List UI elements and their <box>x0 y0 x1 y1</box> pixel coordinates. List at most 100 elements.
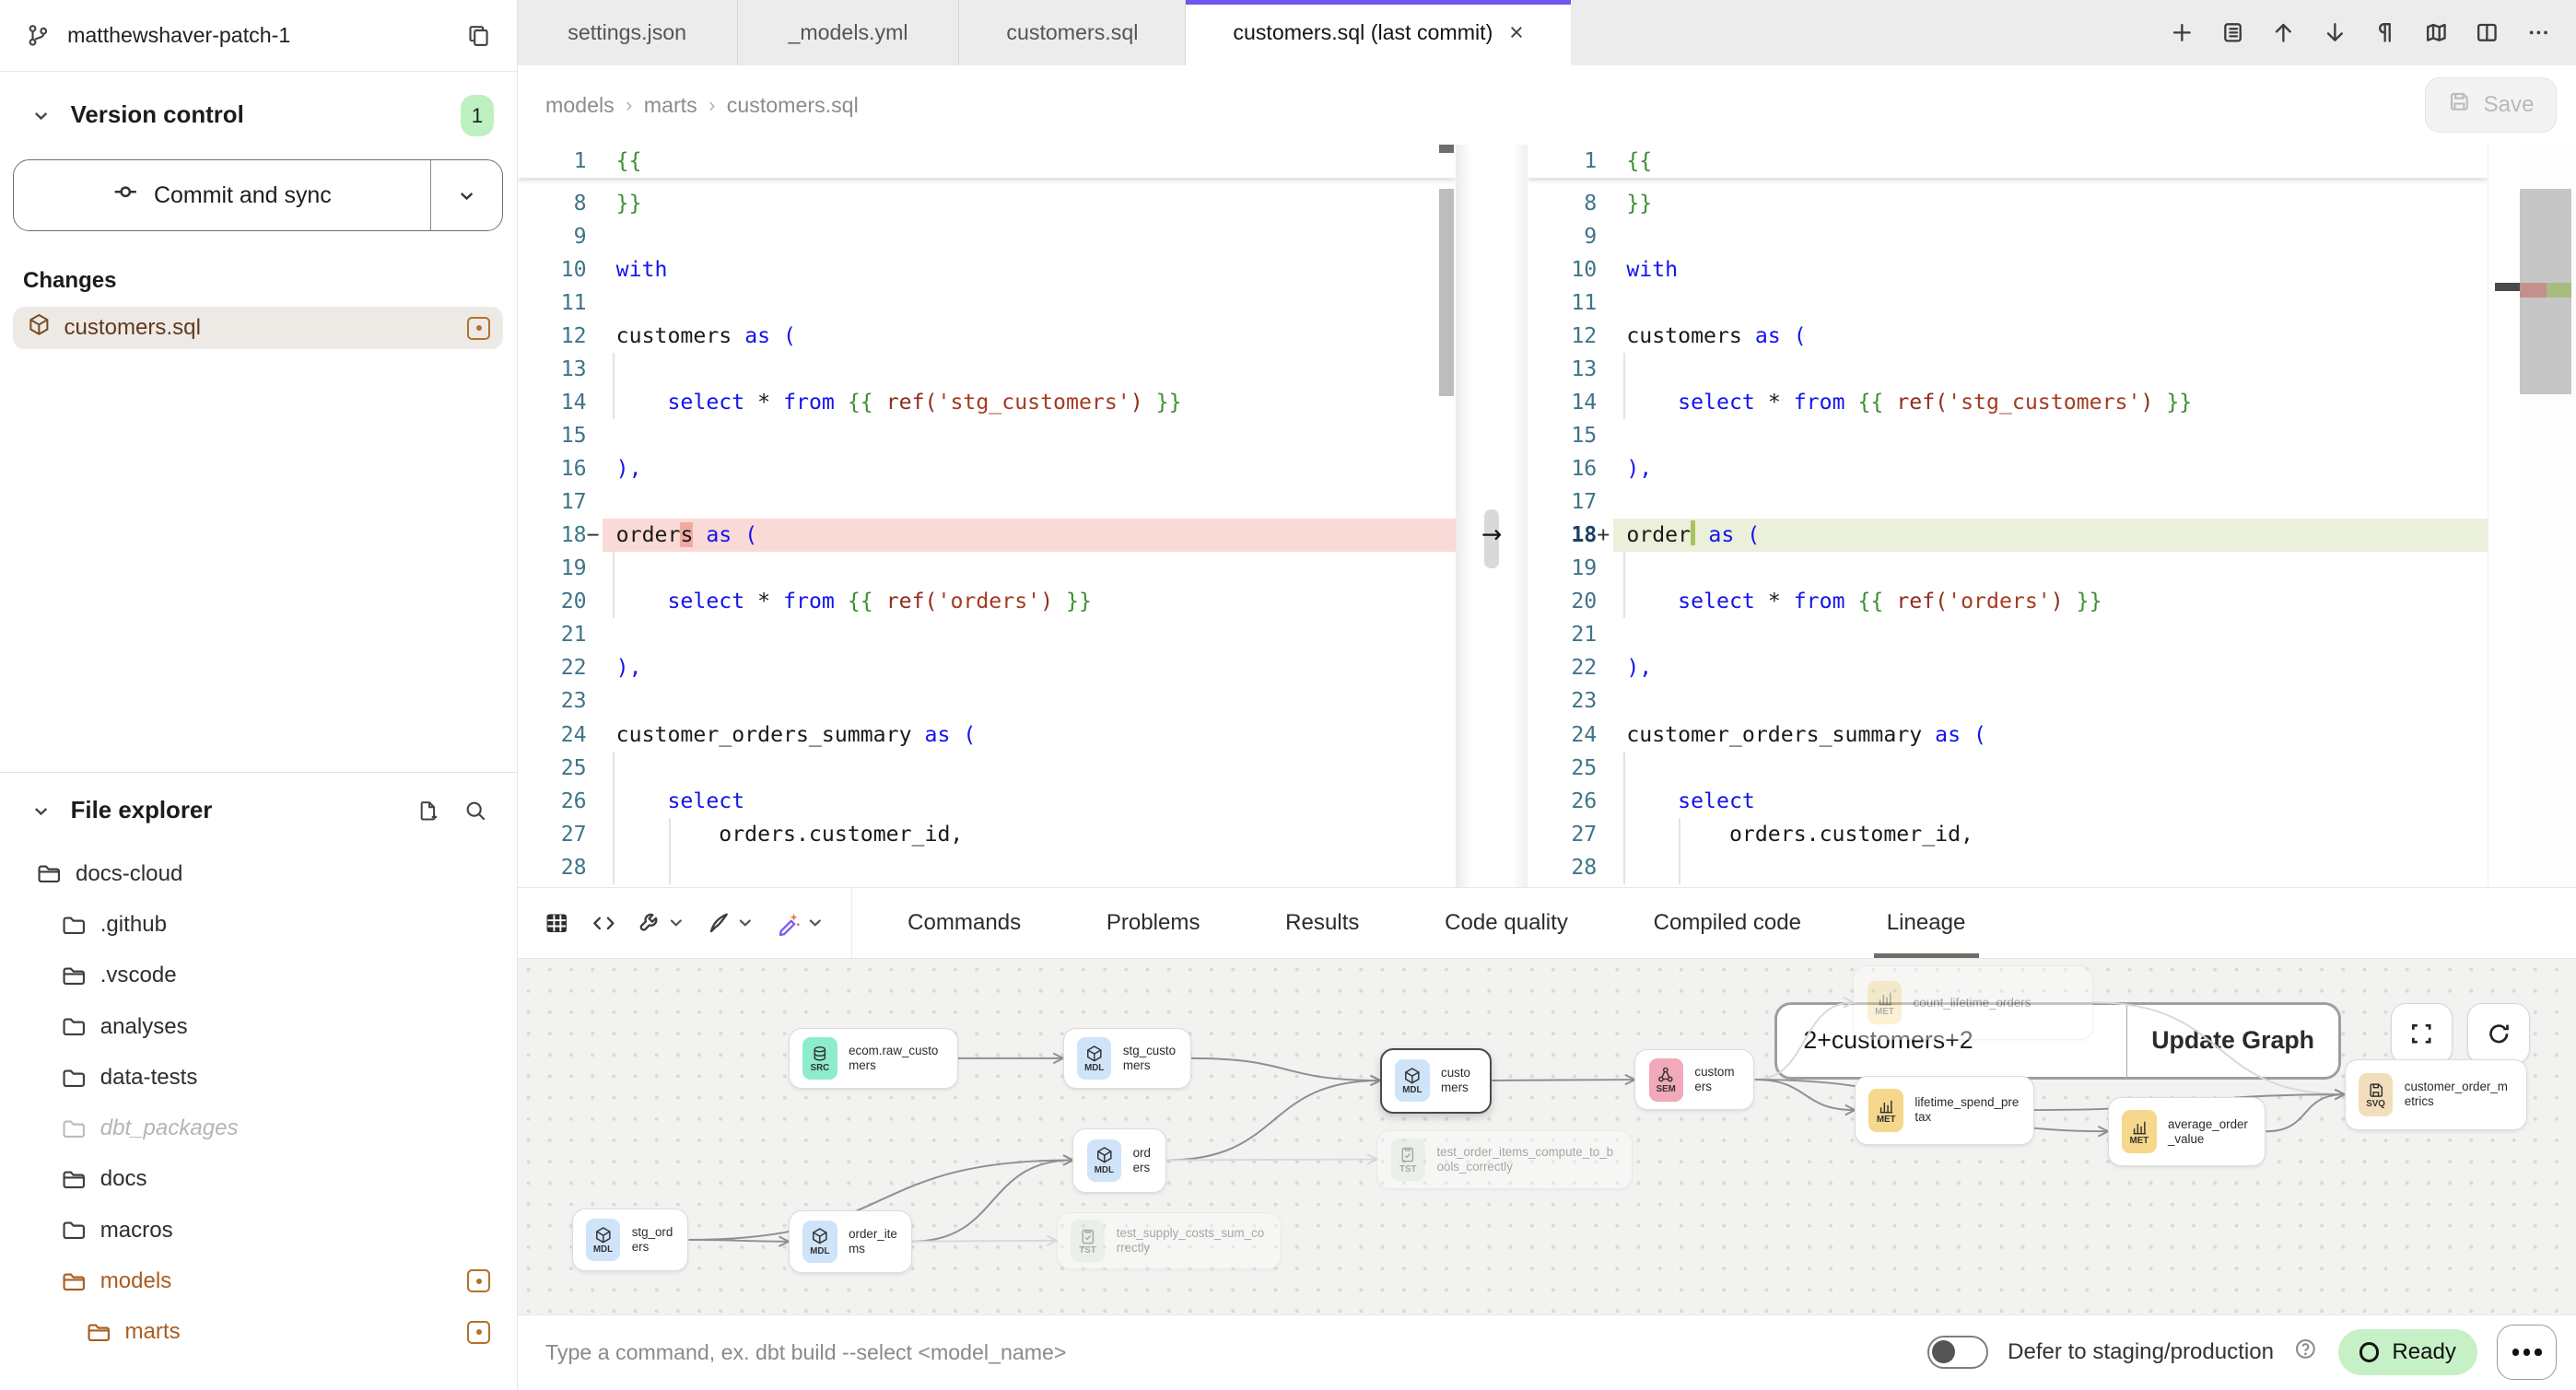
breadcrumb-part[interactable]: marts <box>644 93 697 118</box>
search-icon[interactable] <box>458 792 494 828</box>
lineage-node-stg-customers[interactable]: MDLstg_customers <box>1063 1028 1191 1089</box>
floppy-disk-icon <box>2447 89 2472 121</box>
node-label: test_supply_costs_sum_correctly <box>1117 1226 1268 1256</box>
breadcrumb-part[interactable]: customers.sql <box>727 93 859 118</box>
defer-label: Defer to staging/production <box>2008 1339 2274 1365</box>
version-control-header[interactable]: Version control 1 <box>13 72 503 152</box>
tab-settings-json[interactable]: settings.json <box>518 0 738 65</box>
commit-and-sync-button[interactable]: Commit and sync <box>14 160 430 230</box>
changed-file-row[interactable]: customers.sql <box>13 307 503 349</box>
lineage-node-orders[interactable]: MDLorders <box>1072 1128 1166 1193</box>
commit-options-caret[interactable] <box>430 160 502 230</box>
bottom-panel-tabs: Commands Problems Results Code quality Compi… <box>895 888 1979 958</box>
modified-indicator <box>467 1269 490 1292</box>
sidebar-item-macros[interactable]: macros <box>13 1205 503 1256</box>
panel-tab-problems[interactable]: Problems <box>1094 888 1213 958</box>
folder-icon <box>61 1116 88 1142</box>
defer-toggle[interactable] <box>1927 1336 1988 1369</box>
refresh-graph-button[interactable] <box>2467 1003 2530 1064</box>
version-control-section: Version control 1 Commit and sync Change… <box>0 72 517 772</box>
code-line-17: 17 <box>1528 485 2487 519</box>
new-file-icon[interactable] <box>410 792 446 828</box>
status-badge[interactable]: Ready <box>2338 1329 2478 1375</box>
breadcrumb-part[interactable]: models <box>545 93 615 118</box>
toolbar-icon-cluster <box>518 888 852 958</box>
lineage-node-test-order-items[interactable]: TSTtest_order_items_compute_to_bools_cor… <box>1376 1130 1633 1189</box>
lineage-node-stg-orders[interactable]: MDLstg_orders <box>572 1209 689 1271</box>
build-wrench-icon[interactable] <box>638 911 685 936</box>
copy-icon[interactable] <box>461 18 497 53</box>
tab-customers-sql-last-commit-[interactable]: customers.sql (last commit)× <box>1186 0 1570 65</box>
results-table-icon[interactable] <box>544 910 570 937</box>
lineage-node-customer-order-metrics[interactable]: SVQcustomer_order_metrics <box>2345 1059 2527 1130</box>
plus-icon[interactable] <box>2164 15 2200 51</box>
minimap-deletion-mark <box>2520 283 2547 298</box>
sidebar-item--github[interactable]: .github <box>13 899 503 950</box>
panel-tab-commands[interactable]: Commands <box>895 888 1035 958</box>
more-options-button[interactable] <box>2497 1325 2556 1381</box>
diff-editor: 1{{8}}910with1112customers as (1314 sele… <box>518 145 2576 887</box>
folder-icon <box>36 860 63 887</box>
lineage-node-test-supply[interactable]: TSTtest_supply_costs_sum_correctly <box>1057 1212 1282 1269</box>
tab--models-yml[interactable]: _models.yml <box>738 0 960 65</box>
diff-pane-original[interactable]: 1{{8}}910with1112customers as (1314 sele… <box>518 145 1456 887</box>
panel-tab-code-quality[interactable]: Code quality <box>1432 888 1581 958</box>
save-button[interactable]: Save <box>2425 77 2556 134</box>
sidebar-item-analyses[interactable]: analyses <box>13 1001 503 1052</box>
diff-overview-ruler[interactable] <box>2488 145 2521 887</box>
lineage-node-order-items[interactable]: MDLorder_items <box>789 1210 912 1273</box>
split-editor-icon[interactable] <box>2469 15 2505 51</box>
code-line-13: 13 <box>1528 353 2487 386</box>
sidebar-item--vscode[interactable]: .vscode <box>13 951 503 1001</box>
sidebar-item-dbt-packages[interactable]: dbt_packages <box>13 1103 503 1153</box>
code-line-8: 8}} <box>1528 187 2487 220</box>
sidebar-item-docs-cloud[interactable]: docs-cloud <box>13 848 503 899</box>
panel-tab-compiled-code[interactable]: Compiled code <box>1640 888 1814 958</box>
lineage-node-customers[interactable]: MDLcustomers <box>1380 1048 1492 1114</box>
lineage-canvas[interactable]: Update Graph SRCecom.raw_customers MDLstg… <box>518 959 2576 1314</box>
editor-minimap[interactable] <box>2520 145 2576 887</box>
ai-fix-icon[interactable] <box>776 910 825 937</box>
sidebar-item-models[interactable]: models <box>13 1256 503 1306</box>
status-bar: Type a command, ex. dbt build --select <… <box>518 1314 2576 1390</box>
sidebar-item-marts[interactable]: marts <box>13 1306 503 1357</box>
diff-pane-modified[interactable]: 1{{8}}910with1112customers as (1314 sele… <box>1528 145 2487 887</box>
panel-tab-results[interactable]: Results <box>1272 888 1373 958</box>
code-icon[interactable] <box>591 911 616 936</box>
more-icon[interactable] <box>2520 15 2556 51</box>
code-line-14: 14 select * from {{ ref('stg_customers')… <box>518 386 1456 419</box>
lineage-node-lifetime-spend-pretax[interactable]: METlifetime_spend_pretax <box>1855 1076 2033 1145</box>
map-icon[interactable] <box>2418 15 2454 51</box>
folder-label: .vscode <box>100 963 490 988</box>
lineage-node-count-lifetime-orders[interactable]: METcount_lifetime_orders <box>1853 965 2092 1039</box>
sidebar-item-docs[interactable]: docs <box>13 1154 503 1205</box>
code-line-16: 16), <box>518 452 1456 485</box>
arrow-up-icon[interactable] <box>2266 15 2301 51</box>
tab-customers-sql[interactable]: customers.sql <box>959 0 1186 65</box>
close-icon[interactable]: × <box>1509 20 1524 45</box>
command-input[interactable]: Type a command, ex. dbt build --select <… <box>545 1340 1907 1365</box>
save-button-label: Save <box>2484 92 2535 118</box>
fullscreen-button[interactable] <box>2391 1003 2453 1064</box>
folder-label: analyses <box>100 1014 490 1040</box>
update-graph-button[interactable]: Update Graph <box>2127 1002 2341 1080</box>
node-label: ecom.raw_customers <box>849 1044 943 1073</box>
node-label: customers <box>1441 1066 1477 1095</box>
editor-scrollbar[interactable] <box>1439 189 1454 396</box>
code-line-9: 9 <box>518 220 1456 253</box>
lineage-node-customers-sem[interactable]: SEMcustomers <box>1634 1049 1754 1110</box>
format-sweep-icon[interactable] <box>707 911 755 936</box>
pilcrow-icon[interactable] <box>2368 15 2404 51</box>
file-explorer-header[interactable]: File explorer <box>13 773 503 842</box>
folder-icon <box>61 1065 88 1092</box>
arrow-down-icon[interactable] <box>2316 15 2352 51</box>
help-icon[interactable] <box>2293 1337 2318 1369</box>
folder-label: docs <box>100 1166 490 1192</box>
outline-icon[interactable] <box>2215 15 2251 51</box>
lineage-node-ecom-raw-customers[interactable]: SRCecom.raw_customers <box>789 1028 958 1089</box>
met-badge-icon: MET <box>1868 1089 1903 1131</box>
lineage-node-average-order-value[interactable]: METaverage_order_value <box>2108 1097 2266 1166</box>
panel-tab-lineage[interactable]: Lineage <box>1874 888 1979 958</box>
apply-change-arrow-icon[interactable]: → <box>1456 520 1528 549</box>
sidebar-item-data-tests[interactable]: data-tests <box>13 1052 503 1103</box>
